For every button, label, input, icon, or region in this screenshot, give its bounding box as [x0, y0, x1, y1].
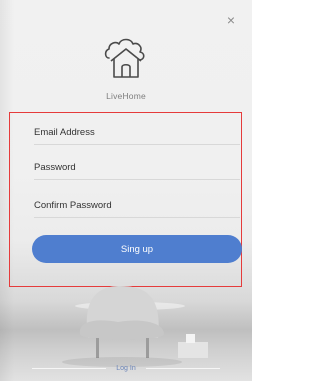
close-icon[interactable]: ×	[227, 13, 235, 27]
login-link[interactable]: Log In	[116, 365, 135, 372]
divider-right	[145, 367, 220, 369]
house-cloud-icon	[104, 38, 145, 78]
email-field[interactable]: Email Address	[34, 121, 240, 145]
brand-name: LiveHome	[106, 91, 146, 101]
signup-button[interactable]: Sing up	[32, 235, 242, 263]
close-button[interactable]: ×	[223, 12, 239, 28]
password-field[interactable]: Password	[34, 156, 240, 180]
confirm-password-field[interactable]: Confirm Password	[34, 194, 240, 218]
divider-left	[32, 367, 107, 369]
login-row: Log In	[0, 361, 252, 375]
signup-window: × LiveHome Email Address Password Confir…	[0, 0, 252, 381]
